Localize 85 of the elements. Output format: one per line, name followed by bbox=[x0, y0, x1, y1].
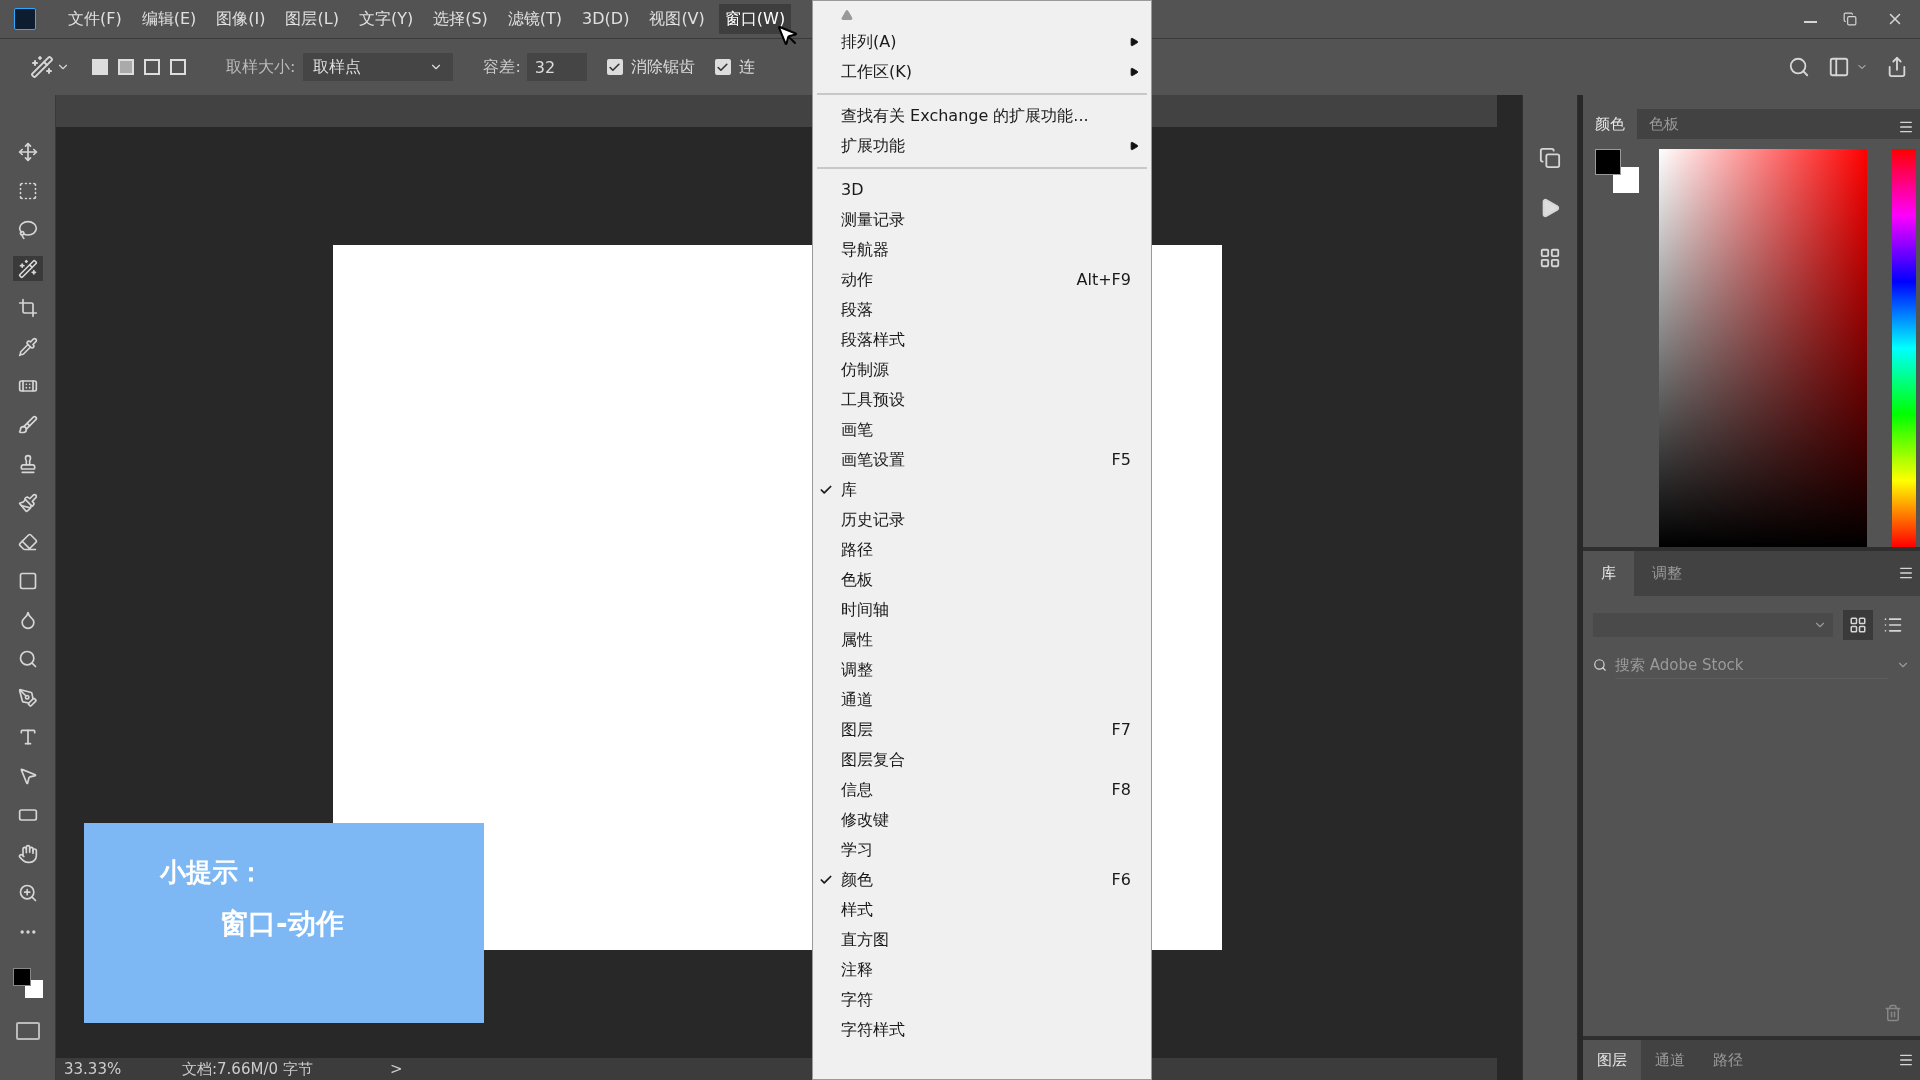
magic-wand-icon[interactable] bbox=[30, 55, 54, 79]
menu-item[interactable]: 文字(Y) bbox=[352, 4, 420, 34]
menu-item[interactable]: 文件(F) bbox=[62, 4, 128, 34]
checkbox[interactable] bbox=[606, 59, 623, 75]
tolerance-label: 容差: bbox=[483, 56, 521, 78]
menu-option[interactable]: 库 bbox=[813, 475, 1151, 505]
tip-text: 窗口-动作 bbox=[220, 906, 344, 942]
menu-option[interactable]: 段落样式 bbox=[813, 325, 1151, 355]
menu-option[interactable]: 属性 bbox=[813, 625, 1151, 655]
menu-option[interactable]: 调整 bbox=[813, 655, 1151, 685]
subtract-selection-icon[interactable] bbox=[144, 59, 160, 75]
zoom-level: 33.33% bbox=[64, 1058, 123, 1080]
checkbox-label: 消除锯齿 bbox=[630, 56, 695, 78]
menu-option[interactable]: 画笔设置 F5 bbox=[813, 445, 1151, 475]
menu-option[interactable]: 工具预设 bbox=[813, 385, 1151, 415]
panel-tab[interactable]: 图层 bbox=[1583, 1040, 1641, 1080]
color-swatches-icon[interactable] bbox=[1595, 149, 1639, 193]
search-icon[interactable] bbox=[1788, 56, 1810, 78]
menu-item[interactable]: 窗口(W) bbox=[718, 4, 792, 34]
menu-option[interactable]: 通道 bbox=[813, 685, 1151, 715]
menu-option[interactable]: 样式 bbox=[813, 895, 1151, 925]
document-info: 文档:7.66M/0 字节 bbox=[182, 1058, 314, 1080]
menu-item[interactable]: 选择(S) bbox=[427, 4, 494, 34]
sample-size-dropdown[interactable]: 取样点 bbox=[303, 53, 454, 81]
menu-option[interactable]: 仿制源 bbox=[813, 355, 1151, 385]
magic-wand-tool-icon[interactable] bbox=[12, 256, 43, 281]
app-logo-icon bbox=[14, 8, 36, 30]
menu-option[interactable]: 画笔 bbox=[813, 415, 1151, 445]
panel-menu-icon[interactable] bbox=[1898, 1052, 1914, 1068]
submenu-arrow-icon bbox=[1129, 141, 1139, 151]
checkmark-icon bbox=[819, 483, 833, 497]
menu-item[interactable]: 图像(I) bbox=[210, 4, 272, 34]
grid-view-icon[interactable] bbox=[1843, 610, 1873, 640]
panel-menu-icon[interactable] bbox=[1898, 119, 1914, 135]
menu-option[interactable]: 直方图 bbox=[813, 925, 1151, 955]
menu-option[interactable]: 图层 F7 bbox=[813, 715, 1151, 745]
submenu-arrow-icon bbox=[1129, 67, 1139, 77]
menu-option[interactable]: 注释 bbox=[813, 955, 1151, 985]
menu-option[interactable]: 修改键 bbox=[813, 805, 1151, 835]
menu-option[interactable]: 导航器 bbox=[813, 235, 1151, 265]
menu-option[interactable]: 动作 Alt+F9 bbox=[813, 265, 1151, 295]
checkbox[interactable] bbox=[714, 59, 731, 75]
checkbox-label: 连 bbox=[738, 56, 755, 78]
menu-item[interactable]: 图层(L) bbox=[279, 4, 345, 34]
panel-tab[interactable]: 库 bbox=[1583, 551, 1634, 596]
intersect-selection-icon[interactable] bbox=[170, 59, 186, 75]
menu-option[interactable]: 查找有关 Exchange 的扩展功能... bbox=[813, 101, 1151, 131]
menu-option[interactable]: 颜色 F6 bbox=[813, 865, 1151, 895]
sample-size-label: 取样大小: bbox=[226, 56, 296, 78]
workspace-icon[interactable] bbox=[1828, 56, 1850, 78]
menu-item[interactable]: 3D(D) bbox=[576, 4, 636, 34]
submenu-arrow-icon bbox=[1129, 37, 1139, 47]
panel-tab[interactable]: 颜色 bbox=[1583, 109, 1637, 139]
restore-icon bbox=[1843, 12, 1857, 26]
menu-option[interactable]: 时间轴 bbox=[813, 595, 1151, 625]
minimize-icon bbox=[1803, 21, 1817, 23]
menu-option[interactable]: 字符样式 bbox=[813, 1015, 1151, 1045]
menu-item[interactable]: 滤镜(T) bbox=[501, 4, 569, 34]
status-arrow[interactable]: > bbox=[390, 1057, 403, 1080]
hue-spectrum[interactable] bbox=[1892, 149, 1916, 547]
list-view-icon[interactable] bbox=[1883, 615, 1903, 635]
quick-mask-icon[interactable] bbox=[15, 1022, 40, 1040]
menu-option[interactable]: 测量记录 bbox=[813, 205, 1151, 235]
menu-option[interactable]: 路径 bbox=[813, 535, 1151, 565]
tolerance-field[interactable]: 32 bbox=[526, 53, 587, 81]
color-field[interactable] bbox=[1659, 149, 1867, 547]
share-icon[interactable] bbox=[1886, 56, 1908, 78]
menu-option[interactable]: 工作区(K) bbox=[813, 57, 1151, 87]
menu-option[interactable]: 扩展功能 bbox=[813, 131, 1151, 161]
tip-title: 小提示： bbox=[160, 856, 264, 889]
menu-option[interactable]: 3D bbox=[813, 175, 1151, 205]
search-icon bbox=[1593, 658, 1607, 672]
menu-option[interactable]: 字符 bbox=[813, 985, 1151, 1015]
checkmark-icon bbox=[819, 873, 833, 887]
menu-item[interactable]: 视图(V) bbox=[643, 4, 711, 34]
menu-option[interactable]: 排列(A) bbox=[813, 27, 1151, 57]
menu-option[interactable]: 学习 bbox=[813, 835, 1151, 865]
menu-option[interactable]: 图层复合 bbox=[813, 745, 1151, 775]
menu-option[interactable]: 信息 F8 bbox=[813, 775, 1151, 805]
panel-menu-icon[interactable] bbox=[1898, 565, 1914, 581]
menu-option[interactable]: 色板 bbox=[813, 565, 1151, 595]
menu-option[interactable]: 段落 bbox=[813, 295, 1151, 325]
color-swatches-icon[interactable] bbox=[12, 968, 43, 998]
menu-item[interactable]: 编辑(E) bbox=[135, 4, 203, 34]
menu-option[interactable]: 历史记录 bbox=[813, 505, 1151, 535]
